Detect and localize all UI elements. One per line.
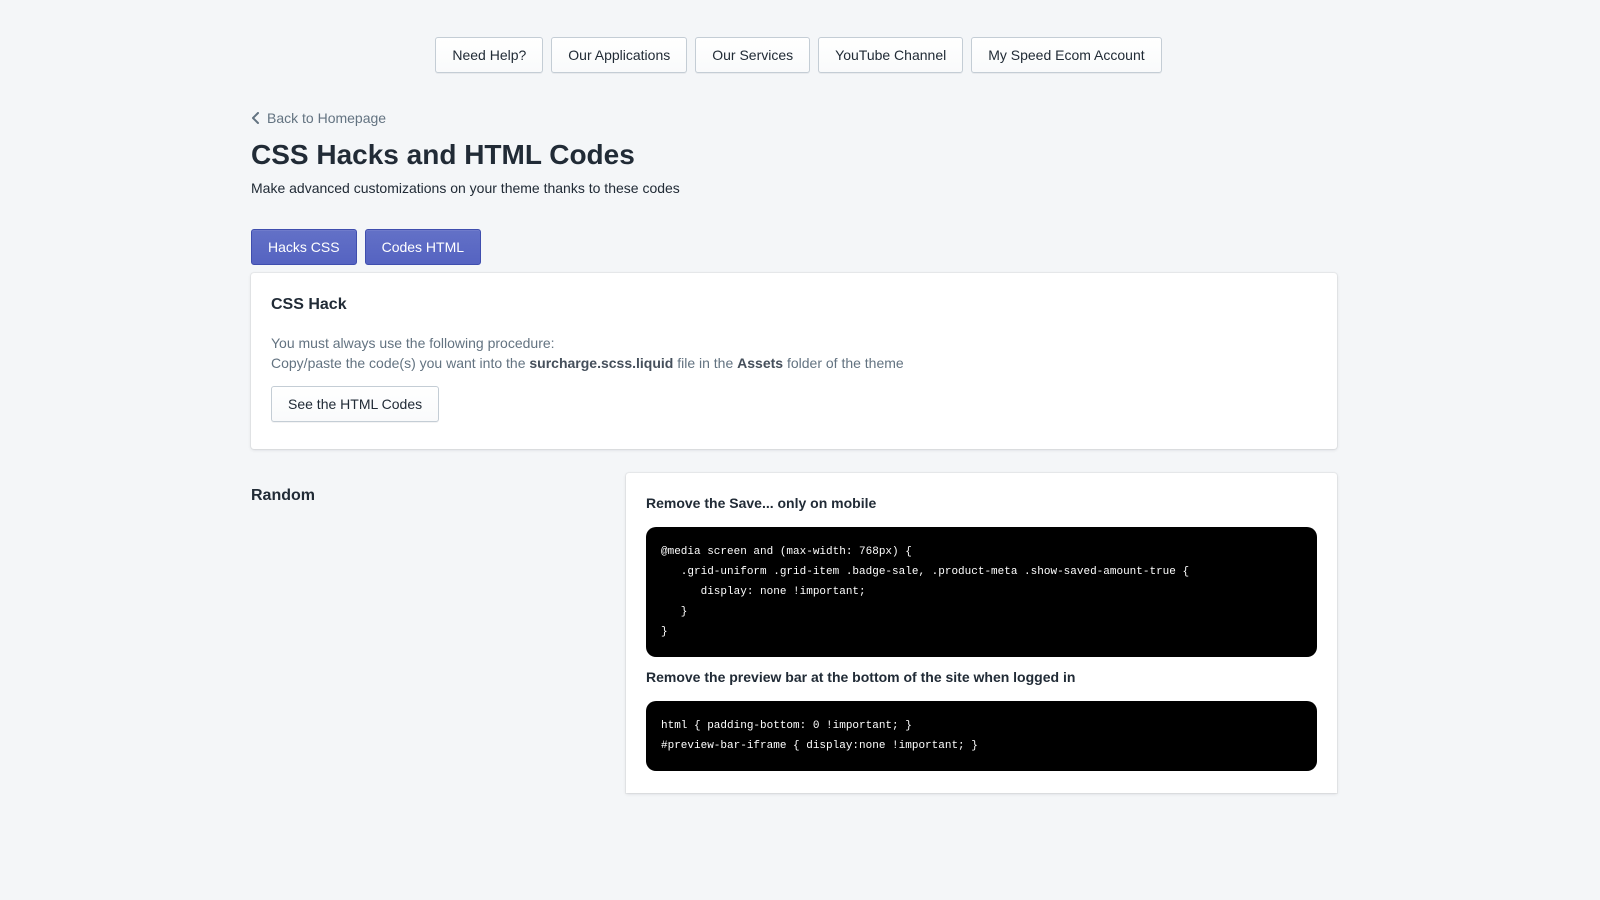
back-to-homepage-link[interactable]: Back to Homepage	[251, 108, 1337, 128]
css-hack-instructions: You must always use the following proced…	[271, 333, 1317, 373]
my-account-button[interactable]: My Speed Ecom Account	[971, 37, 1162, 73]
folder-name: Assets	[737, 355, 784, 371]
our-applications-button[interactable]: Our Applications	[551, 37, 688, 73]
code-snippets-card: Remove the Save... only on mobile @media…	[626, 473, 1337, 793]
instruction-line-2: Copy/paste the code(s) you want into the…	[271, 353, 1317, 373]
tab-bar: Hacks CSS Codes HTML	[251, 229, 482, 265]
page-content: Back to Homepage CSS Hacks and HTML Code…	[251, 108, 1337, 793]
file-name: surcharge.scss.liquid	[529, 355, 674, 371]
section-heading: Random	[251, 487, 315, 504]
instruction-text: folder of the theme	[783, 355, 904, 371]
page-subtitle: Make advanced customizations on your the…	[251, 180, 680, 196]
snippet-title: Remove the Save... only on mobile	[646, 495, 877, 511]
instruction-text: file in the	[673, 355, 738, 371]
code-snippet: Remove the Save... only on mobile @media…	[646, 493, 1317, 657]
instruction-line-1: You must always use the following proced…	[271, 335, 555, 351]
top-navigation: Need Help? Our Applications Our Services…	[0, 37, 1600, 73]
youtube-channel-button[interactable]: YouTube Channel	[818, 37, 964, 73]
tab-codes-html[interactable]: Codes HTML	[364, 229, 482, 265]
our-services-button[interactable]: Our Services	[695, 37, 811, 73]
page-title: CSS Hacks and HTML Codes	[251, 139, 635, 170]
see-html-codes-button[interactable]: See the HTML Codes	[271, 386, 440, 422]
back-link-label: Back to Homepage	[267, 110, 387, 126]
instruction-text: Copy/paste the code(s) you want into the	[271, 355, 530, 371]
code-block[interactable]: @media screen and (max-width: 768px) { .…	[646, 527, 1317, 657]
need-help-button[interactable]: Need Help?	[435, 37, 544, 73]
code-snippet: Remove the preview bar at the bottom of …	[646, 667, 1317, 771]
top-navigation-buttons: Need Help? Our Applications Our Services…	[435, 37, 1162, 73]
snippet-title: Remove the preview bar at the bottom of …	[646, 669, 1076, 685]
css-hack-card-title: CSS Hack	[271, 296, 347, 313]
chevron-left-icon	[252, 112, 259, 124]
tab-hacks-css[interactable]: Hacks CSS	[251, 229, 357, 265]
css-hack-card: CSS Hack You must always use the followi…	[251, 273, 1337, 449]
code-block[interactable]: html { padding-bottom: 0 !important; } #…	[646, 701, 1317, 771]
